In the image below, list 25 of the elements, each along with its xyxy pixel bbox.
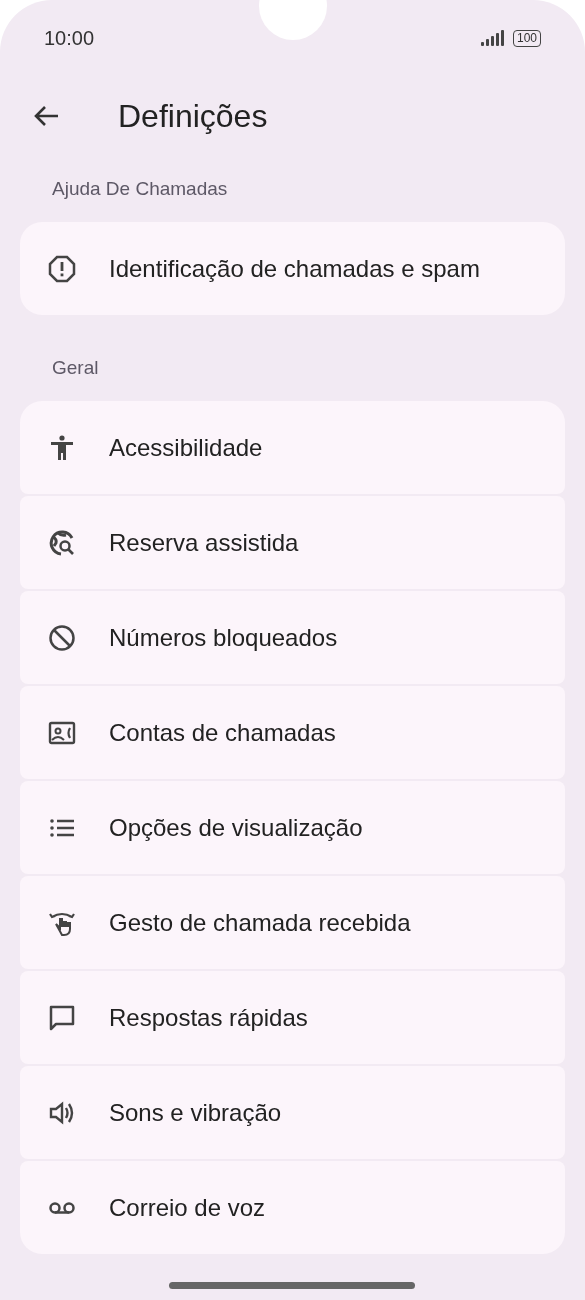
settings-item[interactable]: Acessibilidade xyxy=(20,401,565,494)
item-label: Respostas rápidas xyxy=(109,1003,308,1032)
item-label: Acessibilidade xyxy=(109,433,263,462)
section-header: Ajuda De Chamadas xyxy=(51,177,229,201)
settings-item[interactable]: Identificação de chamadas e spam xyxy=(20,222,565,315)
section-header: Geral xyxy=(51,356,100,380)
item-label: Correio de voz xyxy=(109,1193,266,1222)
battery-level: 100 xyxy=(512,29,541,47)
settings-item[interactable]: Gesto de chamada recebida xyxy=(20,876,565,969)
page-title: Definições xyxy=(118,97,268,135)
settings-item[interactable]: Correio de voz xyxy=(20,1161,565,1254)
item-label: Gesto de chamada recebida xyxy=(109,908,411,937)
settings-item[interactable]: Reserva assistida xyxy=(20,496,565,589)
settings-item[interactable]: Contas de chamadas xyxy=(20,686,565,779)
status-time: 10:00 xyxy=(44,26,95,50)
item-label: Opções de visualização xyxy=(109,813,363,842)
settings-item[interactable]: Respostas rápidas xyxy=(20,971,565,1064)
settings-item[interactable]: Números bloqueados xyxy=(20,591,565,684)
item-label: Reserva assistida xyxy=(109,528,299,557)
item-label: Sons e vibração xyxy=(109,1098,282,1127)
item-label: Contas de chamadas xyxy=(109,718,336,747)
item-label: Números bloqueados xyxy=(109,623,338,652)
item-label: Identificação de chamadas e spam xyxy=(109,254,480,283)
settings-item[interactable]: Sons e vibração xyxy=(20,1066,565,1159)
settings-item[interactable]: Opções de visualização xyxy=(20,781,565,874)
